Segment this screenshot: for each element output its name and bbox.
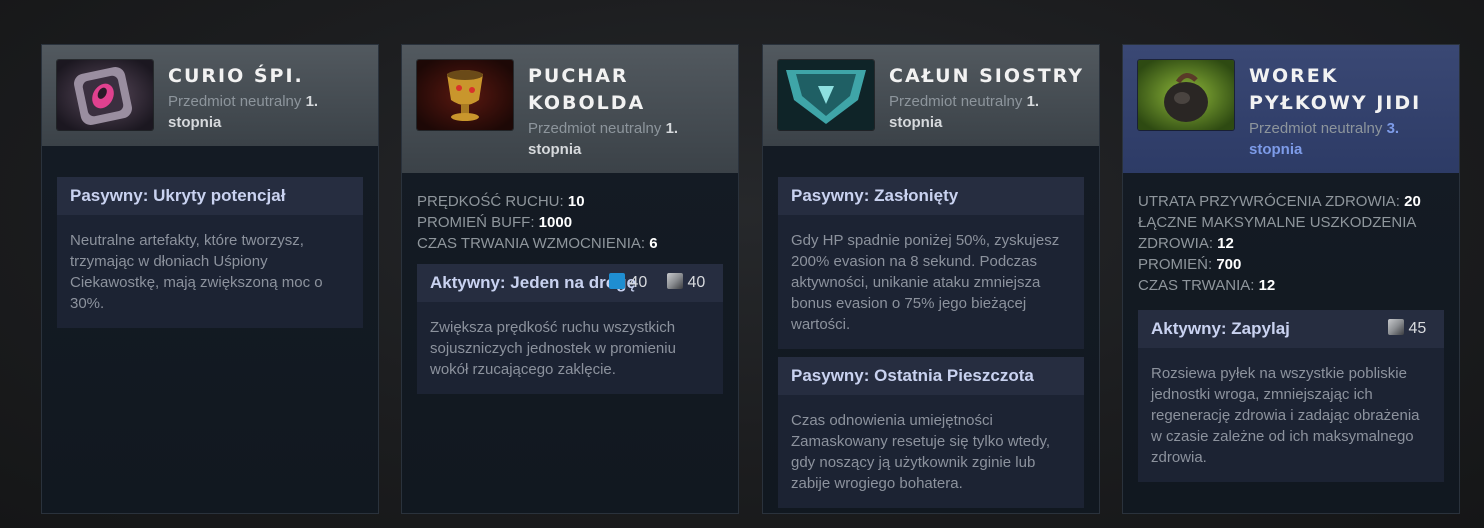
item-card-kobold-cup: PUCHAR KOBOLDA Przedmiot neutralny 1. stop… [401, 44, 739, 514]
item-header: CURIO ŚPI. Przedmiot neutralny 1. stopnia [42, 45, 378, 146]
stat-line: PROMIEŃ: 700 [1138, 256, 1242, 273]
item-title: CURIO ŚPI. [168, 65, 304, 87]
ability-title: Pasywny: Ostatnia Pieszczota [778, 357, 1084, 395]
ability-passive: Pasywny: Ostatnia Pieszczota Czas odnowi… [778, 357, 1084, 508]
ability-description: Neutralne artefakty, które tworzysz, trz… [70, 232, 323, 312]
item-card-sister-shroud: CAŁUN SIOSTRY Przedmiot neutralny 1. stop… [762, 44, 1100, 514]
ability-description: Czas odnowienia umiejętności Zamaskowany… [791, 412, 1050, 492]
item-subtitle: Przedmiot neutralny 1. stopnia [168, 93, 319, 131]
stat-line: CZAS TRWANIA: 12 [1138, 277, 1276, 294]
item-card-curio: CURIO ŚPI. Przedmiot neutralny 1. stopnia… [41, 44, 379, 514]
stat-line: ŁĄCZNE MAKSYMALNE USZKODZENIA ZDROWIA: 1… [1138, 214, 1416, 252]
stat-line: UTRATA PRZYWRÓCENIA ZDROWIA: 20 [1138, 193, 1421, 210]
stat-line: PROMIEŃ BUFF: 1000 [417, 214, 573, 231]
item-header: CAŁUN SIOSTRY Przedmiot neutralny 1. stop… [763, 45, 1099, 146]
ability-description: Zwiększa prędkość ruchu wszystkich sojus… [430, 319, 676, 378]
mana-cost: 40 [609, 264, 647, 302]
kobold-cup-icon [417, 60, 513, 130]
stat-line: CZAS TRWANIA WZMOCNIENIA: 6 [417, 235, 658, 252]
cooldown: 40 [667, 264, 705, 302]
ability-title: Pasywny: Zasłonięty [778, 177, 1084, 215]
stat-line: PRĘDKOŚĆ RUCHU: 10 [417, 193, 585, 210]
ability-title: Aktywny: Jeden na drogę 40 40 [417, 264, 723, 302]
ability-active: Aktywny: Jeden na drogę 40 40 Zwiększa p… [417, 264, 723, 394]
cooldown-icon [1388, 319, 1404, 335]
curio-icon [57, 60, 153, 130]
ability-passive: Pasywny: Zasłonięty Gdy HP spadnie poniż… [778, 177, 1084, 349]
item-title: CAŁUN SIOSTRY [889, 65, 1085, 87]
item-subtitle: Przedmiot neutralny 1. stopnia [528, 120, 679, 158]
item-stats: PRĘDKOŚĆ RUCHU: 10 PROMIEŃ BUFF: 1000 CZ… [417, 173, 723, 264]
ability-title: Pasywny: Ukryty potencjał [57, 177, 363, 215]
ability-description: Rozsiewa pyłek na wszystkie pobliskie je… [1151, 365, 1420, 466]
item-stats: UTRATA PRZYWRÓCENIA ZDROWIA: 20 ŁĄCZNE M… [1138, 173, 1444, 310]
item-subtitle: Przedmiot neutralny 3. stopnia [1249, 120, 1400, 158]
item-title: PUCHAR KOBOLDA [528, 65, 646, 114]
item-header: WOREK PYŁKOWY JIDI Przedmiot neutralny 3.… [1123, 45, 1459, 173]
ability-title: Aktywny: Zapylaj 45 [1138, 310, 1444, 348]
item-card-pollen-pouch: WOREK PYŁKOWY JIDI Przedmiot neutralny 3.… [1122, 44, 1460, 514]
item-title: WOREK PYŁKOWY JIDI [1249, 65, 1422, 114]
mana-icon [609, 273, 625, 289]
cooldown-icon [667, 273, 683, 289]
pollen-pouch-icon [1138, 60, 1234, 130]
sister-shroud-icon [778, 60, 874, 130]
cooldown: 45 [1388, 310, 1426, 348]
ability-active: Aktywny: Zapylaj 45 Rozsiewa pyłek na ws… [1138, 310, 1444, 482]
ability-passive: Pasywny: Ukryty potencjał Neutralne arte… [57, 177, 363, 328]
item-header: PUCHAR KOBOLDA Przedmiot neutralny 1. stop… [402, 45, 738, 173]
item-subtitle: Przedmiot neutralny 1. stopnia [889, 93, 1040, 131]
ability-description: Gdy HP spadnie poniżej 50%, zyskujesz 20… [791, 232, 1060, 333]
